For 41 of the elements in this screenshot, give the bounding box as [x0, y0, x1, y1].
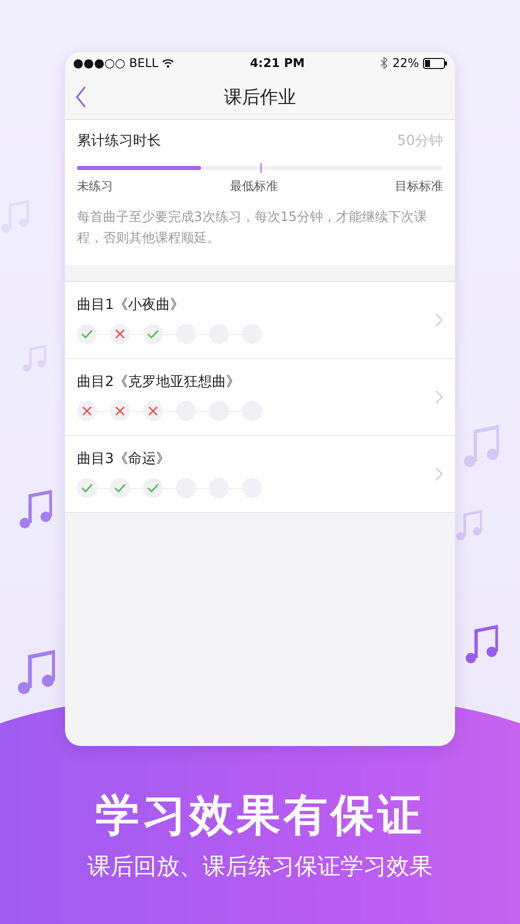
cross-icon [115, 406, 125, 416]
minimum-marker [260, 163, 262, 173]
rule-note: 每首曲子至少要完成3次练习，每次15分钟，才能继续下次课程，否则其他课程顺延。 [77, 209, 428, 248]
check-icon [147, 329, 159, 339]
wifi-icon [162, 58, 174, 68]
summary-title: 累计练习时长 [77, 132, 161, 150]
piece-row[interactable]: 曲目3《命运》 [65, 436, 455, 513]
music-note-icon [455, 510, 482, 542]
piece-title: 曲目1《小夜曲》 [77, 296, 185, 314]
battery-text: 22% [392, 56, 419, 70]
cross-icon [148, 406, 158, 416]
back-chevron-icon [75, 86, 87, 108]
carrier-text: ●●●○○ BELL [73, 56, 158, 70]
cross-icon [82, 406, 92, 416]
music-note-icon [16, 650, 55, 696]
headline: 学习效果有保证 [96, 789, 424, 843]
check-icon [81, 329, 93, 339]
clock-text: 4:21 PM [250, 56, 305, 70]
page-title: 课后作业 [224, 86, 296, 108]
piece-title: 曲目3《命运》 [77, 450, 171, 468]
piece-row[interactable]: 曲目2《克罗地亚狂想曲》 [65, 359, 455, 436]
check-icon [81, 483, 93, 493]
chevron-right-icon [435, 467, 443, 481]
bluetooth-icon [380, 57, 388, 69]
music-note-icon [18, 490, 52, 530]
subheadline: 课后回放、课后练习保证学习效果 [88, 853, 432, 882]
check-icon [147, 483, 159, 493]
music-note-icon [22, 345, 46, 373]
progress-label: 未练习 [77, 178, 113, 195]
chevron-right-icon [435, 313, 443, 327]
total-time: 50分钟 [397, 132, 443, 150]
piece-row[interactable]: 曲目1《小夜曲》 [65, 282, 455, 359]
cross-icon [115, 329, 125, 339]
check-icon [114, 483, 126, 493]
chevron-right-icon [435, 390, 443, 404]
battery-icon [422, 58, 447, 68]
music-note-icon [462, 425, 499, 469]
progress-label: 目标标准 [395, 178, 443, 195]
music-note-icon [464, 625, 498, 665]
piece-title: 曲目2《克罗地亚狂想曲》 [77, 373, 241, 391]
progress-label: 最低标准 [230, 178, 278, 195]
